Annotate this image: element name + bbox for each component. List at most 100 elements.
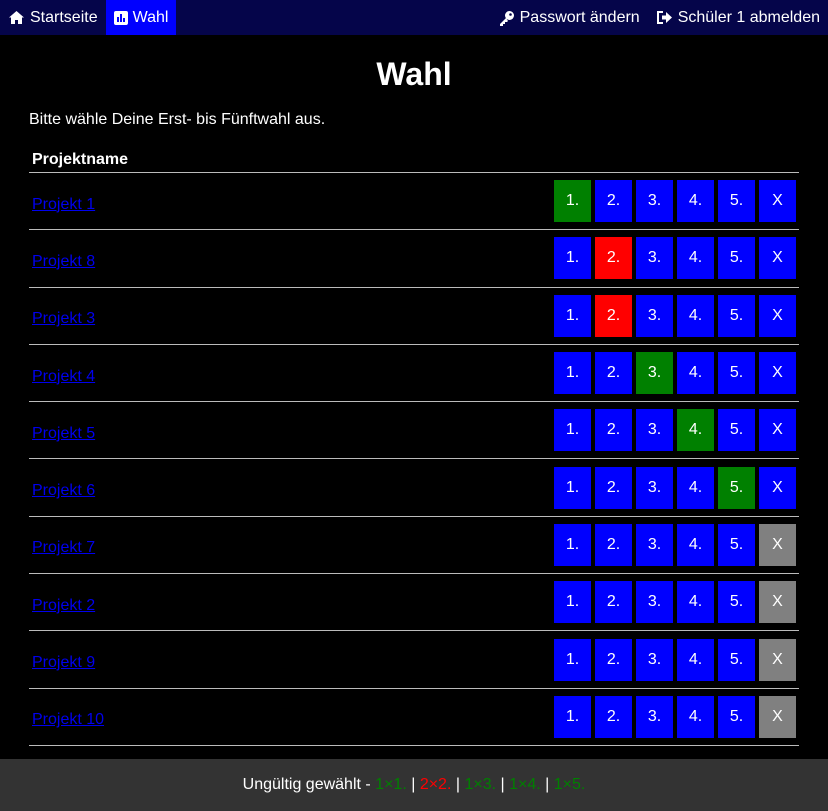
key-icon — [499, 10, 515, 26]
choice-button-none[interactable]: X — [759, 237, 796, 280]
choice-button-3[interactable]: 3. — [636, 638, 673, 681]
choice-button-none[interactable]: X — [759, 409, 796, 452]
choice-button-none[interactable]: X — [759, 523, 796, 566]
choice-button-2[interactable]: 2. — [595, 352, 632, 395]
choice-button-2[interactable]: 2. — [595, 294, 632, 337]
choice-button-5[interactable]: 5. — [718, 466, 755, 509]
footer-separator: | — [451, 776, 465, 793]
choice-button-5[interactable]: 5. — [718, 409, 755, 452]
project-link[interactable]: Projekt 5 — [29, 425, 95, 443]
choice-button-3[interactable]: 3. — [636, 294, 673, 337]
choice-buttons: 1. 2. 3. 4. 5. X — [554, 523, 799, 566]
footer-separator: | — [496, 776, 510, 793]
nav-logout-link[interactable]: Schüler 1 abmelden — [648, 0, 828, 35]
nav-password-link[interactable]: Passwort ändern — [491, 0, 648, 35]
choice-button-4[interactable]: 4. — [677, 638, 714, 681]
footer-separator: | — [406, 776, 420, 793]
project-link[interactable]: Projekt 9 — [29, 654, 95, 672]
project-link[interactable]: Projekt 10 — [29, 711, 104, 729]
choice-button-4[interactable]: 4. — [677, 523, 714, 566]
choice-button-2[interactable]: 2. — [595, 180, 632, 223]
nav-vote-label: Wahl — [132, 8, 169, 26]
footer-status-item: 1×3. — [464, 776, 497, 793]
choice-buttons: 1. 2. 3. 4. 5. X — [554, 695, 799, 738]
choice-button-2[interactable]: 2. — [595, 523, 632, 566]
project-link[interactable]: Projekt 3 — [29, 310, 95, 328]
project-link[interactable]: Projekt 2 — [29, 597, 95, 615]
nav-vote-link[interactable]: Wahl — [105, 0, 177, 35]
home-icon — [8, 10, 25, 25]
choice-button-2[interactable]: 2. — [595, 466, 632, 509]
nav-home-link[interactable]: Startseite — [0, 0, 106, 35]
choice-button-none[interactable]: X — [759, 695, 796, 738]
choice-button-1[interactable]: 1. — [554, 409, 591, 452]
choice-button-4[interactable]: 4. — [677, 180, 714, 223]
choice-button-1[interactable]: 1. — [554, 581, 591, 624]
choice-button-4[interactable]: 4. — [677, 581, 714, 624]
project-link[interactable]: Projekt 7 — [29, 539, 95, 557]
table-row: Projekt 3 1. 2. 3. 4. 5. X — [29, 288, 799, 345]
choice-button-2[interactable]: 2. — [595, 237, 632, 280]
choice-button-1[interactable]: 1. — [554, 638, 591, 681]
footer-status-items: 1×1. | 2×2. | 1×3. | 1×4. | 1×5. — [375, 776, 585, 794]
choice-button-none[interactable]: X — [759, 352, 796, 395]
project-table-body: Projekt 1 1. 2. 3. 4. 5. X Projekt 8 1. 2. 3. 4. 5. X… — [29, 173, 799, 746]
choice-button-5[interactable]: 5. — [718, 638, 755, 681]
choice-button-5[interactable]: 5. — [718, 581, 755, 624]
choice-button-5[interactable]: 5. — [718, 523, 755, 566]
footer-status-item: 2×2. — [419, 776, 452, 793]
choice-button-none[interactable]: X — [759, 638, 796, 681]
choice-buttons: 1. 2. 3. 4. 5. X — [554, 237, 799, 280]
choice-button-2[interactable]: 2. — [595, 581, 632, 624]
choice-button-3[interactable]: 3. — [636, 409, 673, 452]
choice-button-3[interactable]: 3. — [636, 581, 673, 624]
navbar: Startseite Wahl Passwort ändern Schüler … — [0, 0, 828, 35]
choice-button-1[interactable]: 1. — [554, 466, 591, 509]
choice-button-1[interactable]: 1. — [554, 352, 591, 395]
choice-button-none[interactable]: X — [759, 581, 796, 624]
choice-button-1[interactable]: 1. — [554, 237, 591, 280]
project-link[interactable]: Projekt 1 — [29, 196, 95, 214]
choice-button-2[interactable]: 2. — [595, 695, 632, 738]
choice-buttons: 1. 2. 3. 4. 5. X — [554, 638, 799, 681]
choice-button-4[interactable]: 4. — [677, 695, 714, 738]
table-row: Projekt 4 1. 2. 3. 4. 5. X — [29, 345, 799, 403]
status-footer: Ungültig gewählt - 1×1. | 2×2. | 1×3. | … — [0, 759, 828, 811]
choice-button-2[interactable]: 2. — [595, 638, 632, 681]
choice-button-5[interactable]: 5. — [718, 237, 755, 280]
choice-button-1[interactable]: 1. — [554, 294, 591, 337]
choice-button-1[interactable]: 1. — [554, 180, 591, 223]
project-link[interactable]: Projekt 4 — [29, 368, 95, 386]
choice-button-5[interactable]: 5. — [718, 180, 755, 223]
choice-button-3[interactable]: 3. — [636, 466, 673, 509]
footer-status-item: 1×1. — [375, 776, 407, 793]
choice-button-4[interactable]: 4. — [677, 466, 714, 509]
choice-button-4[interactable]: 4. — [677, 409, 714, 452]
bar-chart-icon — [113, 10, 128, 25]
choice-button-3[interactable]: 3. — [636, 523, 673, 566]
choice-button-3[interactable]: 3. — [636, 695, 673, 738]
choice-button-3[interactable]: 3. — [636, 352, 673, 395]
choice-button-5[interactable]: 5. — [718, 352, 755, 395]
choice-button-4[interactable]: 4. — [677, 237, 714, 280]
project-link[interactable]: Projekt 6 — [29, 482, 95, 500]
choice-button-5[interactable]: 5. — [718, 294, 755, 337]
choice-button-4[interactable]: 4. — [677, 352, 714, 395]
footer-status-item: 1×5. — [553, 776, 586, 793]
choice-button-2[interactable]: 2. — [595, 409, 632, 452]
table-header: Projektname — [29, 148, 799, 173]
choice-button-none[interactable]: X — [759, 180, 796, 223]
footer-separator: | — [540, 776, 554, 793]
column-header-projektname: Projektname — [32, 151, 129, 168]
choice-button-5[interactable]: 5. — [718, 695, 755, 738]
choice-button-1[interactable]: 1. — [554, 523, 591, 566]
choice-button-none[interactable]: X — [759, 466, 796, 509]
choice-buttons: 1. 2. 3. 4. 5. X — [554, 466, 799, 509]
choice-button-1[interactable]: 1. — [554, 695, 591, 738]
choice-button-4[interactable]: 4. — [677, 294, 714, 337]
choice-button-3[interactable]: 3. — [636, 237, 673, 280]
choice-button-3[interactable]: 3. — [636, 180, 673, 223]
table-row: Projekt 6 1. 2. 3. 4. 5. X — [29, 459, 799, 517]
choice-button-none[interactable]: X — [759, 294, 796, 337]
project-link[interactable]: Projekt 8 — [29, 253, 95, 271]
